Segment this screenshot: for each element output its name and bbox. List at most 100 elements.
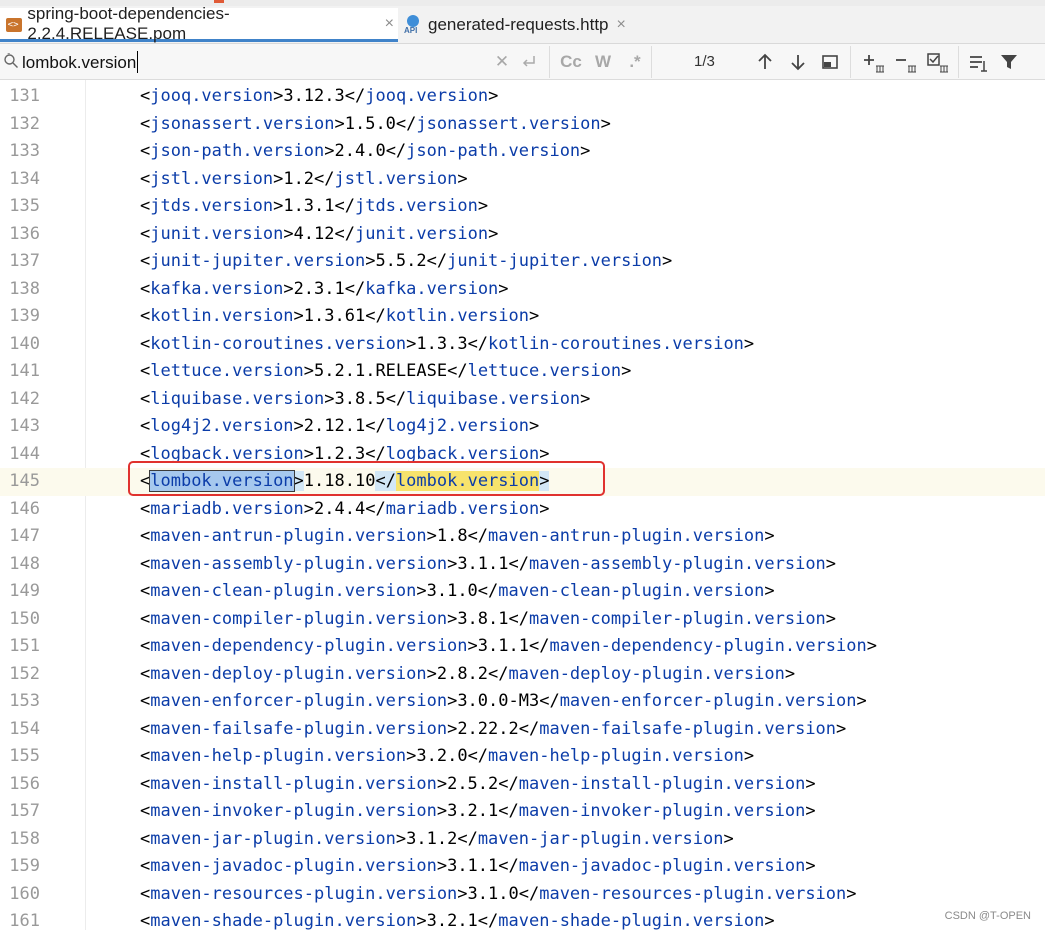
- open-tag-name: maven-help-plugin.version: [150, 746, 407, 766]
- tab-pom-file[interactable]: spring-boot-dependencies-2.2.4.RELEASE.p…: [0, 4, 398, 43]
- element-value: 4.12: [293, 223, 335, 244]
- code-line[interactable]: 136 <junit.version>4.12</junit.version>: [0, 221, 1045, 249]
- code-line[interactable]: 153 <maven-enforcer-plugin.version>3.0.0-…: [0, 688, 1045, 716]
- code-editor[interactable]: 131 <jooq.version>3.12.3</jooq.version> 13…: [0, 80, 1045, 931]
- close-tag-name: jooq.version: [365, 86, 489, 106]
- line-number: 138: [9, 278, 40, 299]
- xml-element: <maven-install-plugin.version>2.5.2</mav…: [140, 773, 816, 794]
- code-line[interactable]: 142 <liquibase.version>3.8.5</liquibase.v…: [0, 386, 1045, 414]
- element-value: 1.3.1: [283, 196, 335, 216]
- element-value: 3.12.3: [283, 86, 345, 106]
- open-in-window-icon[interactable]: [821, 53, 839, 71]
- filter-icon[interactable]: [1000, 53, 1018, 71]
- clear-search-icon[interactable]: ✕: [494, 50, 510, 74]
- pom-file-icon: [4, 14, 23, 34]
- xml-element: <maven-javadoc-plugin.version>3.1.1</mav…: [140, 856, 816, 876]
- code-line[interactable]: 157 <maven-invoker-plugin.version>3.2.1</…: [0, 798, 1045, 826]
- open-tag-name: kafka.version: [150, 278, 284, 299]
- select-all-occurrences-icon[interactable]: [926, 52, 950, 74]
- remove-occurrence-icon[interactable]: [894, 52, 918, 74]
- line-number: 161: [9, 911, 40, 931]
- element-value: 3.1.0: [426, 581, 478, 601]
- close-tag-name: jsonassert.version: [416, 113, 601, 134]
- close-tag-name: maven-invoker-plugin.version: [518, 801, 806, 821]
- code-line[interactable]: 132 <jsonassert.version>1.5.0</jsonassert…: [0, 111, 1045, 139]
- code-line[interactable]: 137 <junit-jupiter.version>5.5.2</junit-j…: [0, 248, 1045, 276]
- match-words-icon[interactable]: W: [591, 50, 615, 74]
- line-number: 142: [9, 388, 40, 409]
- regex-icon[interactable]: .*: [624, 50, 646, 74]
- code-line[interactable]: 133 <json-path.version>2.4.0</json-path.v…: [0, 138, 1045, 166]
- code-line[interactable]: 146 <mariadb.version>2.4.4</mariadb.versi…: [0, 496, 1045, 524]
- open-tag-name: maven-jar-plugin.version: [150, 828, 396, 849]
- code-line[interactable]: 147 <maven-antrun-plugin.version>1.8</mav…: [0, 523, 1045, 551]
- arrow-down-icon[interactable]: [789, 53, 807, 71]
- new-line-icon[interactable]: [520, 54, 538, 70]
- code-line[interactable]: 140 <kotlin-coroutines.version>1.3.3</kot…: [0, 331, 1045, 359]
- xml-element: <maven-jar-plugin.version>3.1.2</maven-j…: [140, 828, 734, 849]
- code-line[interactable]: 139 <kotlin.version>1.3.61</kotlin.versio…: [0, 303, 1045, 331]
- code-line[interactable]: 154 <maven-failsafe-plugin.version>2.22.2…: [0, 716, 1045, 744]
- line-number: 132: [9, 113, 40, 134]
- code-line[interactable]: 138 <kafka.version>2.3.1</kafka.version>: [0, 276, 1045, 304]
- code-line[interactable]: 150 <maven-compiler-plugin.version>3.8.1<…: [0, 606, 1045, 634]
- code-line[interactable]: 152 <maven-deploy-plugin.version>2.8.2</m…: [0, 661, 1045, 689]
- line-number: 156: [9, 773, 40, 794]
- line-number: 143: [9, 416, 40, 436]
- xml-element: <maven-failsafe-plugin.version>2.22.2</m…: [140, 718, 847, 739]
- open-tag-name: maven-shade-plugin.version: [150, 911, 417, 931]
- element-value: 1.8: [436, 526, 468, 546]
- close-tag-name: maven-jar-plugin.version: [477, 828, 724, 849]
- close-tag-name: junit.version: [355, 223, 489, 244]
- xml-element: <maven-compiler-plugin.version>3.8.1</ma…: [140, 608, 837, 629]
- xml-element: <maven-resources-plugin.version>3.1.0</m…: [140, 883, 857, 904]
- separator: [850, 46, 851, 78]
- open-tag-name: maven-dependency-plugin.version: [150, 636, 468, 656]
- filter-settings-icon[interactable]: [968, 53, 990, 73]
- code-line[interactable]: 155 <maven-help-plugin.version>3.2.0</mav…: [0, 743, 1045, 771]
- element-value: 3.2.0: [416, 746, 468, 766]
- match-case-icon[interactable]: Cc: [558, 50, 584, 74]
- close-tag-name: mariadb.version: [385, 498, 540, 519]
- line-number: 141: [9, 361, 40, 381]
- close-tag-name: maven-dependency-plugin.version: [549, 636, 867, 656]
- open-tag-name: maven-compiler-plugin.version: [150, 608, 448, 629]
- xml-element: <json-path.version>2.4.0</json-path.vers…: [140, 141, 591, 161]
- code-line[interactable]: 134 <jstl.version>1.2</jstl.version>: [0, 166, 1045, 194]
- code-line[interactable]: 151 <maven-dependency-plugin.version>3.1.…: [0, 633, 1045, 661]
- code-line[interactable]: 141 <lettuce.version>5.2.1.RELEASE</lettu…: [0, 358, 1045, 386]
- element-value: 3.8.1: [457, 608, 509, 629]
- code-line[interactable]: 159 <maven-javadoc-plugin.version>3.1.1</…: [0, 853, 1045, 881]
- line-number: 146: [9, 498, 40, 519]
- close-tag-name: maven-compiler-plugin.version: [528, 608, 826, 629]
- code-line[interactable]: 149 <maven-clean-plugin.version>3.1.0</ma…: [0, 578, 1045, 606]
- text-caret: [137, 51, 138, 73]
- code-line[interactable]: 135 <jtds.version>1.3.1</jtds.version>: [0, 193, 1045, 221]
- code-line[interactable]: 160 <maven-resources-plugin.version>3.1.0…: [0, 881, 1045, 909]
- close-tag-name: jstl.version: [334, 168, 458, 189]
- code-line[interactable]: 161 <maven-shade-plugin.version>3.2.1</ma…: [0, 908, 1045, 936]
- close-tab-icon[interactable]: ×: [385, 15, 394, 33]
- search-input[interactable]: [20, 49, 494, 77]
- search-icon[interactable]: [3, 53, 19, 69]
- xml-element: <maven-assembly-plugin.version>3.1.1</ma…: [140, 553, 837, 574]
- close-tag-name: maven-clean-plugin.version: [498, 581, 765, 601]
- xml-element: <kotlin.version>1.3.61</kotlin.version>: [140, 306, 540, 326]
- arrow-up-icon[interactable]: [756, 53, 774, 71]
- code-line[interactable]: 156 <maven-install-plugin.version>2.5.2</…: [0, 771, 1045, 799]
- open-tag-name: maven-javadoc-plugin.version: [150, 856, 437, 876]
- open-tag-name: maven-antrun-plugin.version: [150, 526, 427, 546]
- close-tag-name: log4j2.version: [385, 416, 529, 436]
- open-tag-name: maven-assembly-plugin.version: [150, 553, 448, 574]
- element-value: 1.2: [283, 168, 315, 189]
- tab-http-requests[interactable]: API generated-requests.http ×: [400, 8, 640, 42]
- close-tag-name: maven-javadoc-plugin.version: [518, 856, 806, 876]
- close-tab-icon[interactable]: ×: [617, 16, 626, 34]
- watermark: CSDN @T-OPEN: [944, 910, 1031, 922]
- code-line[interactable]: 148 <maven-assembly-plugin.version>3.1.1<…: [0, 551, 1045, 579]
- add-occurrence-icon[interactable]: [862, 52, 886, 74]
- code-line[interactable]: 143 <log4j2.version>2.12.1</log4j2.versio…: [0, 413, 1045, 441]
- code-line[interactable]: 158 <maven-jar-plugin.version>3.1.2</mave…: [0, 826, 1045, 854]
- code-line[interactable]: 131 <jooq.version>3.12.3</jooq.version>: [0, 83, 1045, 111]
- close-tag-name: lettuce.version: [467, 361, 622, 381]
